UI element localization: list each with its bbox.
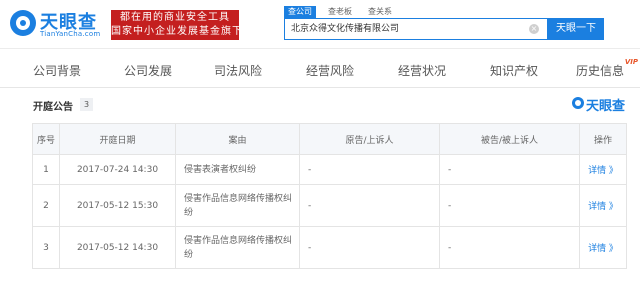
detail-link[interactable]: 详情 》 [588,244,618,254]
row-index: 3 [32,226,60,269]
logo-domain: TianYanCha.com [40,30,101,38]
row-plaintiff: - [299,154,440,185]
nav-item-company-background[interactable]: 公司背景 [33,62,81,79]
tab-search-company[interactable]: 查公司 [284,6,316,18]
header-plaintiff: 原告/上诉人 [299,123,440,155]
row-defendant: - [439,184,580,227]
tab-search-relation[interactable]: 查关系 [368,6,392,18]
site-logo[interactable]: 天眼查 TianYanCha.com [10,7,105,41]
row-defendant: - [439,226,580,269]
slogan-line-1: 都在用的商业安全工具 [120,12,230,23]
row-date: 2017-07-24 14:30 [59,154,176,185]
nav-item-company-development[interactable]: 公司发展 [124,62,172,79]
header-defendant: 被告/被上诉人 [439,123,580,155]
row-index: 2 [32,184,60,227]
row-cause: 侵害表演者权纠纷 [175,154,300,185]
row-plaintiff: - [299,184,440,227]
nav-item-ip[interactable]: 知识产权 [490,62,538,79]
row-date: 2017-05-12 14:30 [59,226,176,269]
nav-item-judicial-risk[interactable]: 司法风险 [214,62,262,79]
tianyancha-brand-icon [572,97,584,109]
table-header-row: 序号 开庭日期 案由 原告/上诉人 被告/被上诉人 操作 [32,123,627,155]
tianyancha-logo-icon [10,10,36,36]
detail-link[interactable]: 详情 》 [588,202,618,212]
section-title: 开庭公告 [33,102,73,113]
section-count-badge: 3 [80,98,93,111]
search-button[interactable]: 天眼一下 [548,18,604,40]
tab-search-boss[interactable]: 查老板 [328,6,352,18]
search-input-value: 北京众得文化传播有限公司 [291,24,400,34]
header-cause: 案由 [175,123,300,155]
clear-icon[interactable]: × [529,24,539,34]
row-cause: 侵害作品信息网络传播权纠纷 [175,184,300,227]
row-index: 1 [32,154,60,185]
brand-text: 天眼查 [586,99,626,114]
header-date: 开庭日期 [59,123,176,155]
vip-badge: VIP [624,58,639,66]
nav-item-business-risk[interactable]: 经营风险 [306,62,354,79]
header-action: 操作 [579,123,627,155]
company-nav: 公司背景 公司发展 司法风险 经营风险 经营状况 知识产权 历史信息 VIP [0,50,640,88]
table-row: 1 2017-07-24 14:30 侵害表演者权纠纷 - - 详情 》 [32,154,627,185]
detail-link[interactable]: 详情 》 [588,166,618,176]
row-defendant: - [439,154,580,185]
search-input[interactable]: 北京众得文化传播有限公司 × [284,18,548,40]
nav-item-history-label: 历史信息 [576,64,625,78]
row-plaintiff: - [299,226,440,269]
nav-item-history[interactable]: 历史信息 VIP [576,58,638,79]
court-announcement-table: 序号 开庭日期 案由 原告/上诉人 被告/被上诉人 操作 1 2017-07-2… [32,123,627,269]
row-date: 2017-05-12 15:30 [59,184,176,227]
table-row: 2 2017-05-12 15:30 侵害作品信息网络传播权纠纷 - - 详情 … [32,184,627,227]
row-cause: 侵害作品信息网络传播权纠纷 [175,226,300,269]
slogan-line-2: 国家中小企业发展基金旗下 [111,26,243,37]
header-index: 序号 [32,123,60,155]
nav-item-business-status[interactable]: 经营状况 [398,62,446,79]
table-row: 3 2017-05-12 14:30 侵害作品信息网络传播权纠纷 - - 详情 … [32,226,627,269]
site-header: 天眼查 TianYanCha.com 都在用的商业安全工具 国家中小企业发展基金… [0,0,640,49]
slogan-banner: 都在用的商业安全工具 国家中小企业发展基金旗下 [111,10,243,40]
